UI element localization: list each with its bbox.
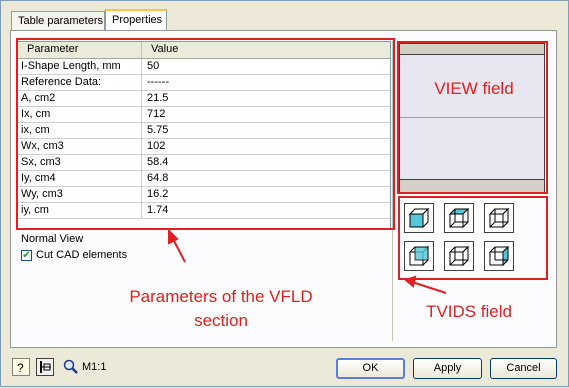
zoom-icon[interactable] [62,358,80,376]
annotation-arrows [168,228,447,294]
scale-label: M1:1 [82,361,107,373]
snap-cursor-icon[interactable] [36,358,54,376]
help-icon[interactable]: ? [12,358,30,376]
cancel-button[interactable]: Cancel [490,358,557,379]
apply-button[interactable]: Apply [413,358,482,379]
ok-button[interactable]: OK [336,358,405,379]
dialog-window: Table parameters Properties Parameter Va… [0,0,569,387]
svg-text:?: ? [17,361,24,375]
